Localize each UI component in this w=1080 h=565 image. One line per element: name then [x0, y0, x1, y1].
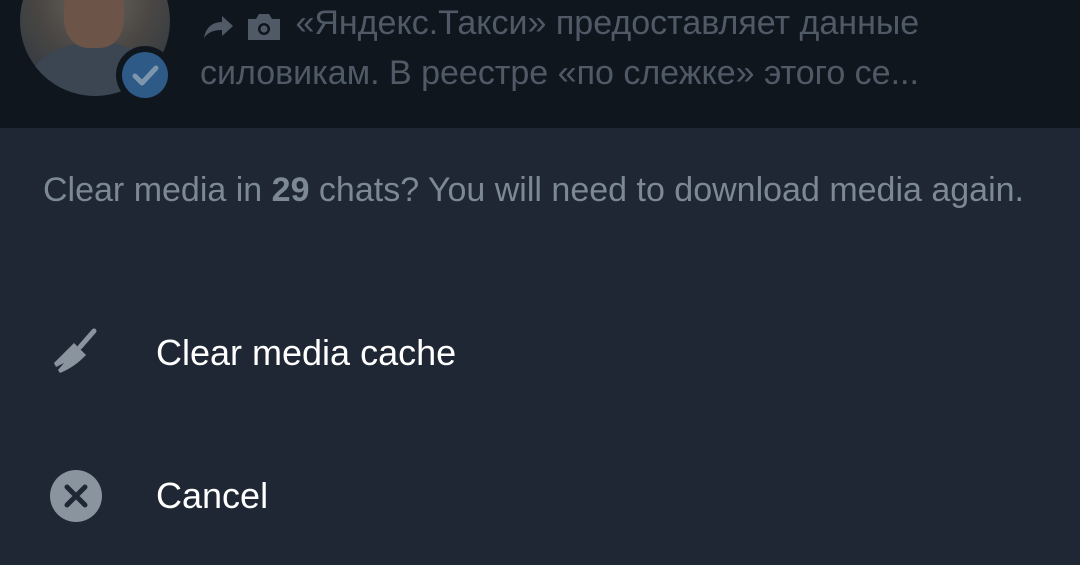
- clear-cache-sheet: Clear media in 29 chats? You will need t…: [0, 128, 1080, 565]
- chat-preview-line2: силовикам. В реестре «по слежке» этого с…: [200, 54, 919, 92]
- forward-arrow-icon: [204, 16, 233, 39]
- chat-preview-line1: «Яндекс.Такси» предоставляет данные: [295, 4, 920, 42]
- clear-media-cache-label: Clear media cache: [156, 332, 457, 373]
- background-chat-row: «Яндекс.Такси» предоставляет данные сило…: [0, 0, 1080, 128]
- message-count: 29: [271, 171, 310, 209]
- close-circle-icon: [50, 470, 102, 522]
- cancel-button[interactable]: Cancel: [0, 434, 1080, 554]
- verified-check-icon: [132, 65, 159, 86]
- clear-media-cache-button[interactable]: Clear media cache: [0, 293, 1080, 413]
- verified-badge: [116, 46, 174, 104]
- broom-icon: [54, 328, 97, 373]
- avatar-head: [64, 0, 124, 48]
- camera-icon: [248, 14, 281, 41]
- cancel-label: Cancel: [156, 475, 269, 516]
- message-prefix: Clear media in: [43, 171, 272, 209]
- dialog-message: Clear media in 29 chats? You will need t…: [43, 164, 1043, 216]
- message-suffix: chats? You will need to download media a…: [309, 171, 1024, 209]
